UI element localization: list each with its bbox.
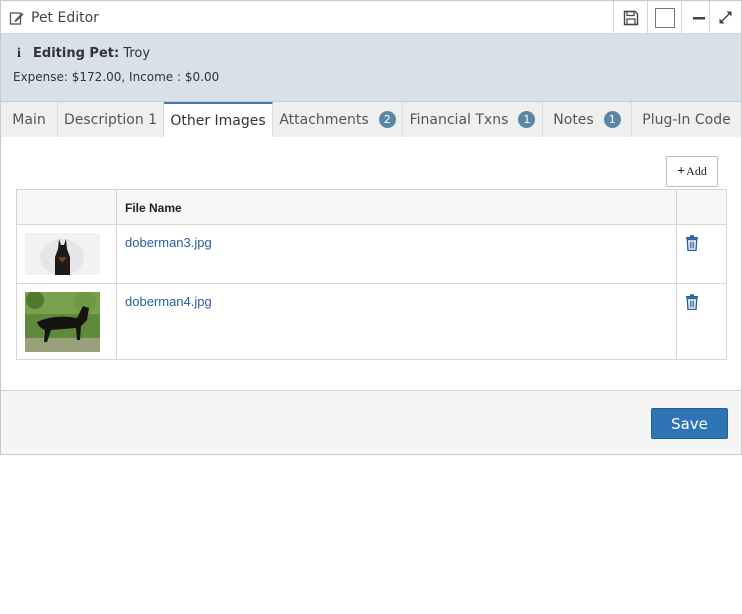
floppy-disk-icon: [623, 10, 638, 25]
tab-main[interactable]: Main: [1, 102, 58, 137]
image-thumbnail[interactable]: [25, 233, 100, 275]
toggle-box-button[interactable]: [647, 1, 681, 34]
pet-name: Troy: [123, 46, 151, 61]
save-window-button[interactable]: [613, 1, 647, 34]
table-row: doberman3.jpg: [17, 225, 726, 284]
table-row: doberman4.jpg: [17, 284, 726, 359]
table-header: File Name: [17, 190, 726, 225]
editing-pet-label: Editing Pet:: [33, 46, 120, 61]
file-link[interactable]: doberman3.jpg: [125, 235, 212, 250]
attachments-count-badge: 2: [378, 111, 396, 128]
other-images-panel: + Add File Name doberman3.jpg doberman4.…: [1, 137, 741, 390]
title-bar: Pet Editor: [1, 1, 741, 34]
square-icon: [654, 7, 675, 28]
window-title: Pet Editor: [31, 10, 99, 26]
image-thumbnail[interactable]: [25, 292, 100, 352]
financial-txns-count-badge: 1: [518, 111, 536, 128]
pet-editor-window: Pet Editor i Editing Pet: Troy Expense: …: [0, 0, 742, 455]
plus-icon: +: [677, 163, 686, 179]
info-icon: i: [17, 46, 21, 61]
tab-attachments[interactable]: Attachments 2: [273, 102, 403, 137]
trash-icon[interactable]: [685, 235, 699, 251]
expand-button[interactable]: [709, 1, 741, 34]
editing-pet-line: i Editing Pet: Troy: [17, 46, 150, 62]
tab-financial-txns[interactable]: Financial Txns 1: [403, 102, 543, 137]
financial-summary: Expense: $172.00, Income : $0.00: [13, 70, 220, 84]
tab-plug-in-code[interactable]: Plug-In Code: [632, 102, 741, 137]
tab-description-1[interactable]: Description 1: [58, 102, 164, 137]
tab-notes[interactable]: Notes 1: [543, 102, 632, 137]
expand-icon: [719, 11, 732, 24]
tab-bar: Main Description 1 Other Images Attachme…: [1, 102, 741, 138]
tab-other-images[interactable]: Other Images: [164, 102, 273, 138]
info-panel: i Editing Pet: Troy Expense: $172.00, In…: [1, 34, 741, 102]
add-image-button[interactable]: + Add: [666, 156, 718, 187]
minimize-icon: [692, 16, 705, 19]
edit-icon: [9, 12, 24, 25]
notes-count-badge: 1: [603, 111, 621, 128]
footer-bar: Save: [1, 390, 741, 454]
images-table: File Name doberman3.jpg doberman4.jpg: [16, 189, 727, 360]
trash-icon[interactable]: [685, 294, 699, 310]
file-link[interactable]: doberman4.jpg: [125, 294, 212, 309]
save-button[interactable]: Save: [651, 408, 728, 439]
column-header-file-name: File Name: [125, 201, 182, 215]
